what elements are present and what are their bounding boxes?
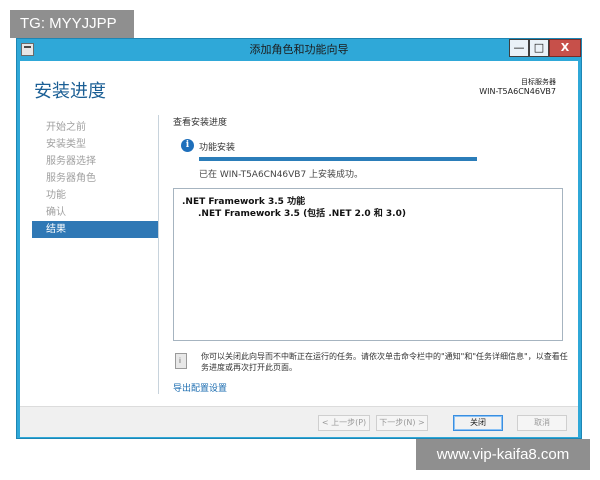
main-content: 查看安装进度 i 功能安装 已在 WIN-T5A6CN46VB7 上安装成功。 … — [171, 115, 571, 395]
minimize-button[interactable]: — — [509, 39, 529, 57]
close-window-button[interactable]: X — [549, 39, 581, 57]
success-message: 已在 WIN-T5A6CN46VB7 上安装成功。 — [199, 170, 364, 180]
title-bar[interactable]: 添加角色和功能向导 — □ X — [17, 39, 581, 61]
nav-item-before-you-begin[interactable]: 开始之前 — [32, 119, 158, 136]
note-text: 你可以关闭此向导而不中断正在运行的任务。请依次单击命令栏中的"通知"和"任务详细… — [201, 352, 568, 372]
close-button[interactable]: 关闭 — [453, 415, 503, 431]
nav-item-results[interactable]: 结果 — [32, 221, 158, 238]
tg-badge: TG: MYYJJPP — [10, 10, 134, 38]
window-title: 添加角色和功能向导 — [249, 43, 349, 56]
target-server-label: 目标服务器 — [521, 78, 556, 86]
results-list[interactable]: .NET Framework 3.5 功能 .NET Framework 3.5… — [173, 188, 563, 341]
nav-item-server-roles[interactable]: 服务器角色 — [32, 170, 158, 187]
wizard-window: 添加角色和功能向导 — □ X 安装进度 目标服务器 WIN-T5A6CN46V… — [16, 38, 582, 439]
nav-item-label: 结果 — [46, 224, 66, 235]
previous-button[interactable]: < 上一步(P) — [318, 415, 370, 431]
nav-item-label: 服务器选择 — [46, 156, 96, 167]
nav-item-label: 服务器角色 — [46, 173, 96, 184]
wizard-client-area: 安装进度 目标服务器 WIN-T5A6CN46VB7 开始之前 安装类型 服务器… — [20, 61, 578, 437]
next-button[interactable]: 下一步(N) > — [376, 415, 428, 431]
wizard-nav: 开始之前 安装类型 服务器选择 服务器角色 功能 确认 结果 — [32, 119, 158, 238]
note-icon — [175, 353, 187, 369]
page-title: 安装进度 — [34, 81, 106, 102]
progress-bar — [199, 157, 477, 161]
nav-item-features[interactable]: 功能 — [32, 187, 158, 204]
nav-item-label: 安装类型 — [46, 139, 86, 150]
nav-item-label: 开始之前 — [46, 122, 86, 133]
nav-divider — [158, 115, 159, 394]
nav-item-label: 确认 — [46, 207, 66, 218]
maximize-button[interactable]: □ — [529, 39, 549, 57]
section-title: 查看安装进度 — [173, 118, 228, 128]
status-label: 功能安装 — [199, 143, 236, 153]
progress-fill — [199, 157, 477, 161]
cancel-button[interactable]: 取消 — [517, 415, 567, 431]
nav-item-confirmation[interactable]: 确认 — [32, 204, 158, 221]
info-icon: i — [181, 139, 194, 152]
wizard-footer: < 上一步(P) 下一步(N) > 关闭 取消 — [20, 406, 578, 437]
nav-item-installation-type[interactable]: 安装类型 — [32, 136, 158, 153]
nav-item-server-selection[interactable]: 服务器选择 — [32, 153, 158, 170]
result-item: .NET Framework 3.5 (包括 .NET 2.0 和 3.0) — [198, 209, 406, 219]
nav-item-label: 功能 — [46, 190, 66, 201]
target-server-name: WIN-T5A6CN46VB7 — [479, 87, 556, 96]
watermark-banner: www.vip-kaifa8.com — [416, 439, 590, 470]
export-config-link[interactable]: 导出配置设置 — [173, 381, 227, 394]
